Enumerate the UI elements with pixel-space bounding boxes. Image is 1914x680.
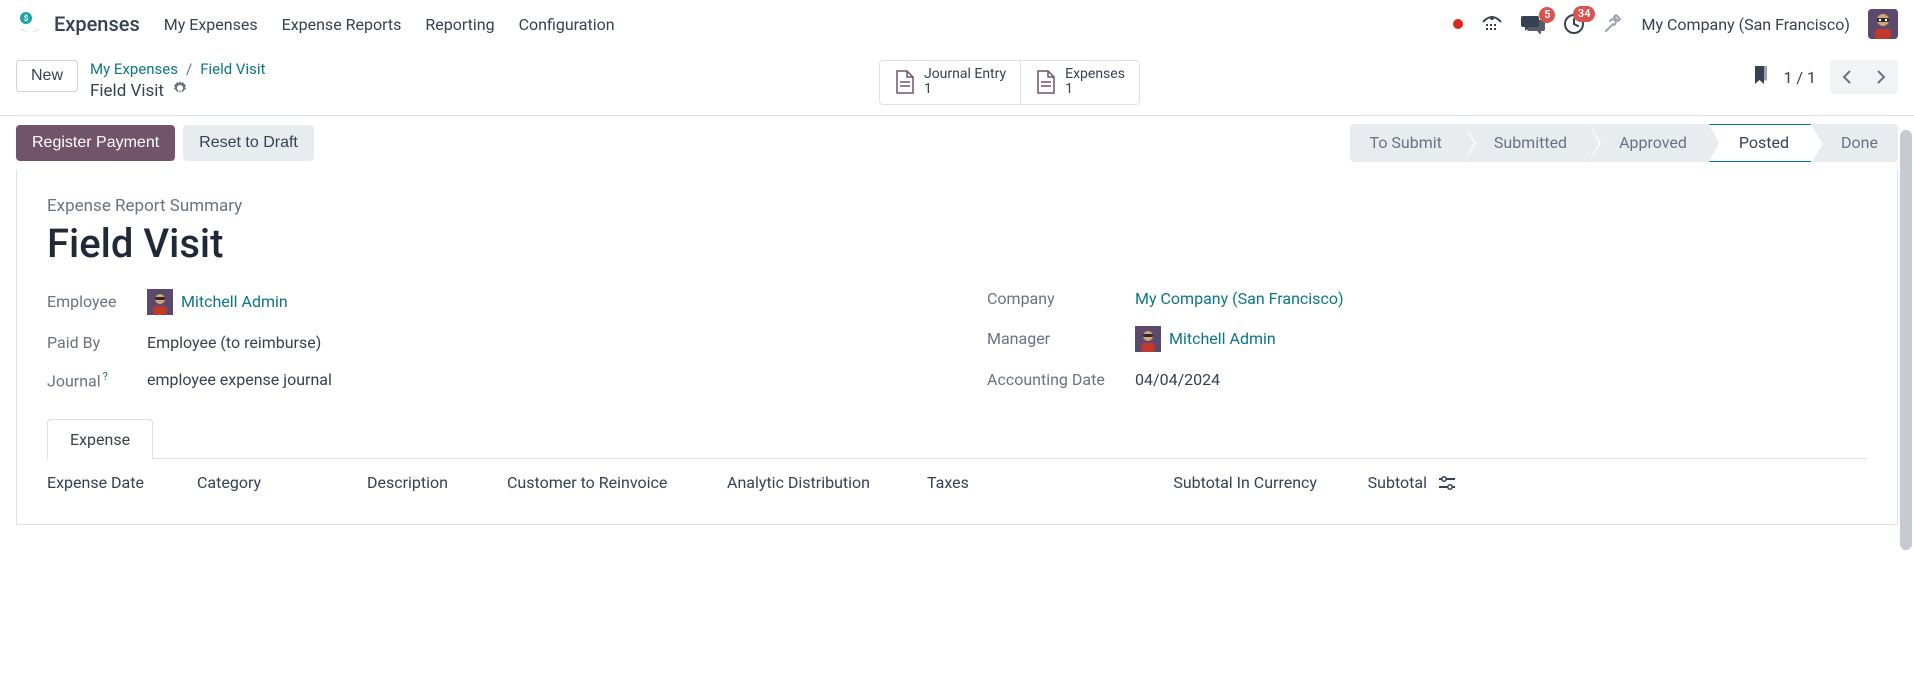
app-logo[interactable]: $ xyxy=(16,10,44,38)
stat-expenses[interactable]: Expenses 1 xyxy=(1021,61,1139,104)
stat-expenses-label: Expenses xyxy=(1065,67,1125,82)
stat-buttons: Journal Entry 1 Expenses 1 xyxy=(879,60,1140,105)
status-steps: To Submit Submitted Approved Posted Done xyxy=(1350,124,1898,162)
manager-avatar-icon xyxy=(1135,326,1161,352)
tab-expense[interactable]: Expense xyxy=(47,419,153,459)
menu-expense-reports[interactable]: Expense Reports xyxy=(282,15,402,34)
breadcrumb-field-visit[interactable]: Field Visit xyxy=(200,60,265,78)
messages-icon[interactable]: 5 xyxy=(1521,14,1545,34)
record-name: Field Visit xyxy=(90,81,164,101)
stat-journal-entry[interactable]: Journal Entry 1 xyxy=(880,61,1021,104)
columns-adjust-icon[interactable] xyxy=(1427,473,1467,492)
employee-avatar-icon xyxy=(147,289,173,315)
control-bar: New My Expenses / Field Visit Field Visi… xyxy=(0,48,1914,116)
main-menu: My Expenses Expense Reports Reporting Co… xyxy=(164,15,1454,34)
th-taxes[interactable]: Taxes xyxy=(927,473,1147,492)
status-approved[interactable]: Approved xyxy=(1589,124,1709,162)
company-label: Company xyxy=(987,289,1117,308)
manager-label: Manager xyxy=(987,329,1117,348)
th-description[interactable]: Description xyxy=(367,473,507,492)
accounting-date-value: 04/04/2024 xyxy=(1135,370,1220,389)
status-posted[interactable]: Posted xyxy=(1709,124,1811,162)
employee-name: Mitchell Admin xyxy=(181,292,288,311)
paid-by-value: Employee (to reimburse) xyxy=(147,333,321,352)
register-payment-button[interactable]: Register Payment xyxy=(16,125,175,161)
breadcrumb-separator: / xyxy=(186,60,192,78)
svg-text:$: $ xyxy=(24,14,29,23)
chevron-left-icon xyxy=(1842,69,1852,85)
breadcrumb: My Expenses / Field Visit xyxy=(90,60,265,78)
menu-reporting[interactable]: Reporting xyxy=(425,15,494,34)
journal-value: employee expense journal xyxy=(147,370,332,389)
paid-by-label: Paid By xyxy=(47,333,129,352)
accounting-date-label: Accounting Date xyxy=(987,370,1117,389)
menu-my-expenses[interactable]: My Expenses xyxy=(164,15,258,34)
app-title[interactable]: Expenses xyxy=(54,12,140,36)
status-submitted[interactable]: Submitted xyxy=(1464,124,1589,162)
tabs: Expense xyxy=(47,418,1867,459)
stat-journal-count: 1 xyxy=(924,82,1006,97)
summary-label: Expense Report Summary xyxy=(47,196,1867,216)
help-icon[interactable]: ? xyxy=(103,370,108,383)
th-subtotal[interactable]: Subtotal xyxy=(1317,473,1427,492)
stat-expenses-count: 1 xyxy=(1065,82,1125,97)
journal-label: Journal? xyxy=(47,370,129,390)
topnav-right: 5 34 My Company (San Francisco) xyxy=(1453,9,1898,39)
menu-configuration[interactable]: Configuration xyxy=(519,15,615,34)
scrollbar[interactable] xyxy=(1900,130,1912,550)
document-icon xyxy=(894,69,916,95)
th-expense-date[interactable]: Expense Date xyxy=(47,473,197,492)
chevron-right-icon xyxy=(1876,69,1886,85)
expense-table-header: Expense Date Category Description Custom… xyxy=(47,459,1867,498)
activities-icon[interactable]: 34 xyxy=(1563,13,1585,35)
th-subtotal-currency[interactable]: Subtotal In Currency xyxy=(1147,473,1317,492)
company-value[interactable]: My Company (San Francisco) xyxy=(1135,289,1344,308)
calendar-icon[interactable] xyxy=(1481,14,1503,34)
th-category[interactable]: Category xyxy=(197,473,367,492)
form-sheet: Expense Report Summary Field Visit Emplo… xyxy=(16,170,1898,525)
reset-to-draft-button[interactable]: Reset to Draft xyxy=(183,125,314,161)
messages-badge: 5 xyxy=(1539,7,1555,23)
pager-next-button[interactable] xyxy=(1864,60,1898,94)
employee-label: Employee xyxy=(47,292,129,311)
th-customer[interactable]: Customer to Reinvoice xyxy=(507,473,727,492)
top-nav: $ Expenses My Expenses Expense Reports R… xyxy=(0,0,1914,48)
company-selector[interactable]: My Company (San Francisco) xyxy=(1641,15,1850,34)
recording-indicator-icon xyxy=(1453,19,1463,29)
bookmark-icon[interactable] xyxy=(1753,65,1769,89)
breadcrumb-my-expenses[interactable]: My Expenses xyxy=(90,60,178,78)
status-bar: Register Payment Reset to Draft To Submi… xyxy=(0,116,1914,170)
new-button[interactable]: New xyxy=(16,60,78,92)
gear-icon[interactable] xyxy=(172,80,188,101)
pager-text: 1 / 1 xyxy=(1783,68,1816,87)
th-analytic[interactable]: Analytic Distribution xyxy=(727,473,927,492)
document-icon xyxy=(1035,69,1057,95)
manager-value[interactable]: Mitchell Admin xyxy=(1135,326,1276,352)
employee-value[interactable]: Mitchell Admin xyxy=(147,289,288,315)
user-avatar[interactable] xyxy=(1868,9,1898,39)
pager-prev-button[interactable] xyxy=(1830,60,1864,94)
tools-icon[interactable] xyxy=(1603,14,1623,34)
record-title: Field Visit xyxy=(47,220,1867,267)
activities-badge: 34 xyxy=(1573,6,1596,22)
stat-journal-label: Journal Entry xyxy=(924,67,1006,82)
manager-name: Mitchell Admin xyxy=(1169,329,1276,348)
status-done[interactable]: Done xyxy=(1811,124,1898,162)
status-to-submit[interactable]: To Submit xyxy=(1350,124,1464,162)
